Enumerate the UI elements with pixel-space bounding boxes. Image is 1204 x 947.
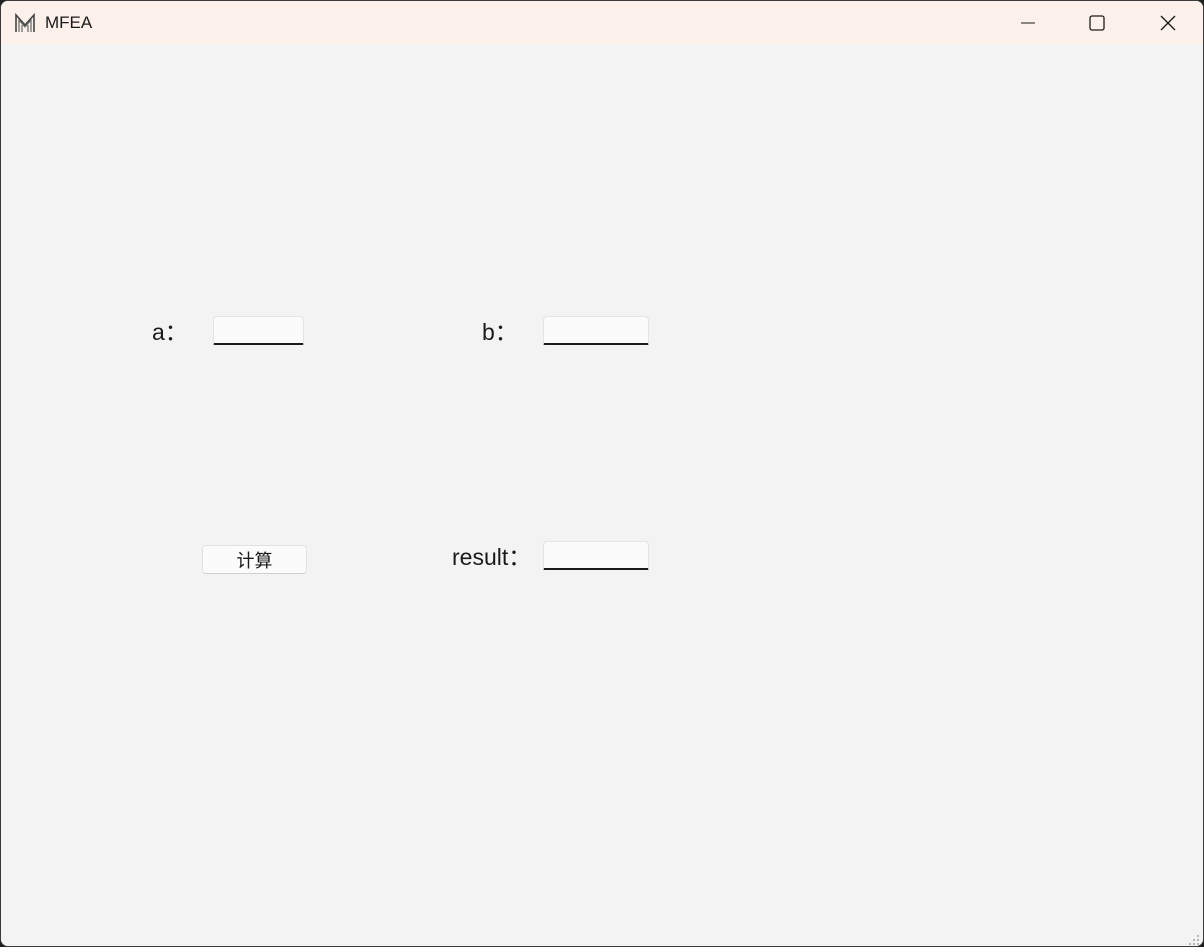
a-label: a： [152, 319, 188, 345]
minimize-icon [1021, 16, 1035, 30]
app-window: MFEA a： b： 计算 result： [0, 0, 1204, 947]
title-bar[interactable]: MFEA [1, 1, 1203, 44]
close-button[interactable] [1133, 1, 1203, 44]
b-label: b： [482, 319, 518, 345]
result-output[interactable] [543, 541, 649, 570]
m-logo-icon [14, 12, 36, 34]
result-label: result： [452, 544, 532, 570]
form-area: a： b： 计算 result： [1, 44, 1203, 946]
calculate-button[interactable]: 计算 [202, 545, 307, 574]
window-title: MFEA [45, 13, 93, 32]
minimize-button[interactable] [993, 1, 1063, 44]
a-input[interactable] [213, 316, 304, 345]
maximize-icon [1089, 14, 1105, 31]
close-icon [1160, 15, 1176, 31]
resize-grip-icon[interactable] [1188, 931, 1200, 945]
maximize-button[interactable] [1062, 1, 1132, 44]
b-input[interactable] [543, 316, 649, 345]
